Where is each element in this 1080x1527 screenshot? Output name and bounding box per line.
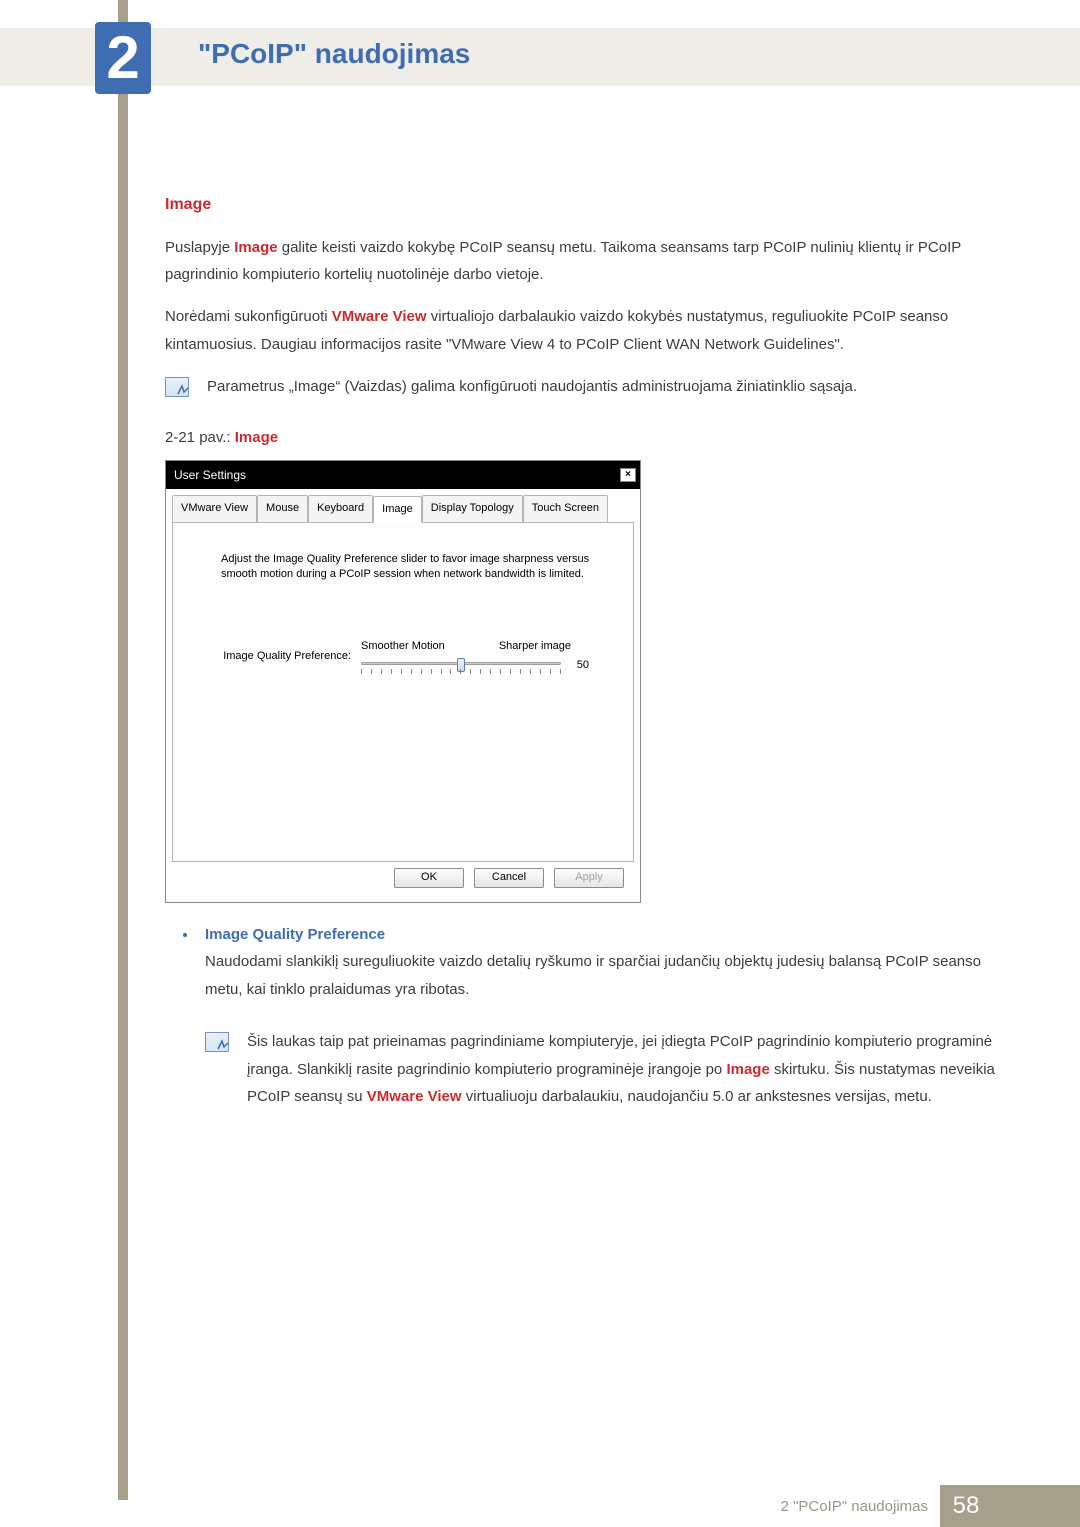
footer-accent (992, 1485, 1080, 1527)
hl-fig: Image (235, 429, 278, 446)
apply-button[interactable]: Apply (554, 868, 624, 888)
text: virtualiuoju darbalaukiu, naudojančiu 5.… (462, 1088, 932, 1105)
note-block-1: Parametrus „Image“ (Vaizdas) galima konf… (165, 373, 995, 415)
slider-block: Smoother Motion Sharper image 50 (361, 636, 613, 676)
tab-display-topology[interactable]: Display Topology (422, 495, 523, 521)
cancel-button[interactable]: Cancel (474, 868, 544, 888)
tab-image[interactable]: Image (373, 496, 422, 522)
bullet-heading: Image Quality Preference (205, 921, 995, 949)
text: 2-21 pav.: (165, 429, 235, 446)
hl-vmware: VMware View (332, 308, 427, 325)
text: Norėdami sukonfigūruoti (165, 308, 332, 325)
ok-button[interactable]: OK (394, 868, 464, 888)
footer-page-number: 58 (940, 1485, 992, 1527)
hl-image: Image (234, 239, 277, 256)
slider-ticks (361, 669, 561, 675)
note-icon (205, 1032, 229, 1052)
dialog-button-row: OK Cancel Apply (172, 862, 634, 894)
dialog-body: VMware View Mouse Keyboard Image Display… (166, 489, 640, 901)
hl-image-2: Image (726, 1061, 769, 1078)
note-block-2: Šis laukas taip pat prieinamas pagrindin… (205, 1028, 995, 1111)
image-quality-slider[interactable]: 50 (361, 659, 561, 677)
tab-pane-image: Adjust the Image Quality Preference slid… (172, 522, 634, 862)
tab-touch-screen[interactable]: Touch Screen (523, 495, 608, 521)
note-icon (165, 377, 189, 397)
tab-keyboard[interactable]: Keyboard (308, 495, 373, 521)
side-accent-bar (118, 0, 128, 1500)
note-text: Parametrus „Image“ (Vaizdas) galima konf… (207, 373, 857, 401)
pref-label: Image Quality Preference: (221, 646, 351, 666)
page-content: Image Puslapyje Image galite keisti vaiz… (165, 190, 995, 1131)
text: galite keisti vaizdo kokybę PCoIP seansų… (165, 239, 961, 284)
tab-mouse[interactable]: Mouse (257, 495, 308, 521)
pref-row: Image Quality Preference: Smoother Motio… (221, 636, 613, 676)
slider-labels: Smoother Motion Sharper image (361, 636, 571, 656)
text: Puslapyje (165, 239, 234, 256)
dialog-titlebar: User Settings × (166, 461, 640, 489)
dialog-instruction: Adjust the Image Quality Preference slid… (221, 552, 601, 583)
intro-paragraph-2: Norėdami sukonfigūruoti VMware View virt… (165, 303, 995, 359)
dialog-tabs: VMware View Mouse Keyboard Image Display… (172, 495, 634, 522)
slider-left-label: Smoother Motion (361, 636, 445, 656)
figure-label: 2-21 pav.: Image (165, 424, 995, 452)
hl-vmware-2: VMware View (367, 1088, 462, 1105)
chapter-title: "PCoIP" naudojimas (198, 38, 470, 70)
section-heading: Image (165, 190, 995, 220)
intro-paragraph-1: Puslapyje Image galite keisti vaizdo kok… (165, 234, 995, 290)
bullet-body: Image Quality Preference Naudodami slank… (205, 921, 995, 1018)
tab-vmware-view[interactable]: VMware View (172, 495, 257, 521)
footer-text: 2 "PCoIP" naudojimas (781, 1485, 940, 1527)
slider-value: 50 (577, 655, 589, 675)
user-settings-dialog: User Settings × VMware View Mouse Keyboa… (165, 460, 641, 903)
page-footer: 2 "PCoIP" naudojimas 58 (0, 1485, 1080, 1527)
slider-right-label: Sharper image (499, 636, 571, 656)
bullet-image-quality: Image Quality Preference Naudodami slank… (183, 921, 995, 1018)
dialog-title: User Settings (174, 464, 246, 486)
chapter-number-badge: 2 (95, 22, 151, 94)
header-band (0, 28, 1080, 86)
close-button[interactable]: × (620, 468, 636, 482)
bullet-text: Naudodami slankiklį sureguliuokite vaizd… (205, 948, 995, 1004)
note-text: Šis laukas taip pat prieinamas pagrindin… (247, 1028, 995, 1111)
bullet-icon (183, 933, 187, 937)
